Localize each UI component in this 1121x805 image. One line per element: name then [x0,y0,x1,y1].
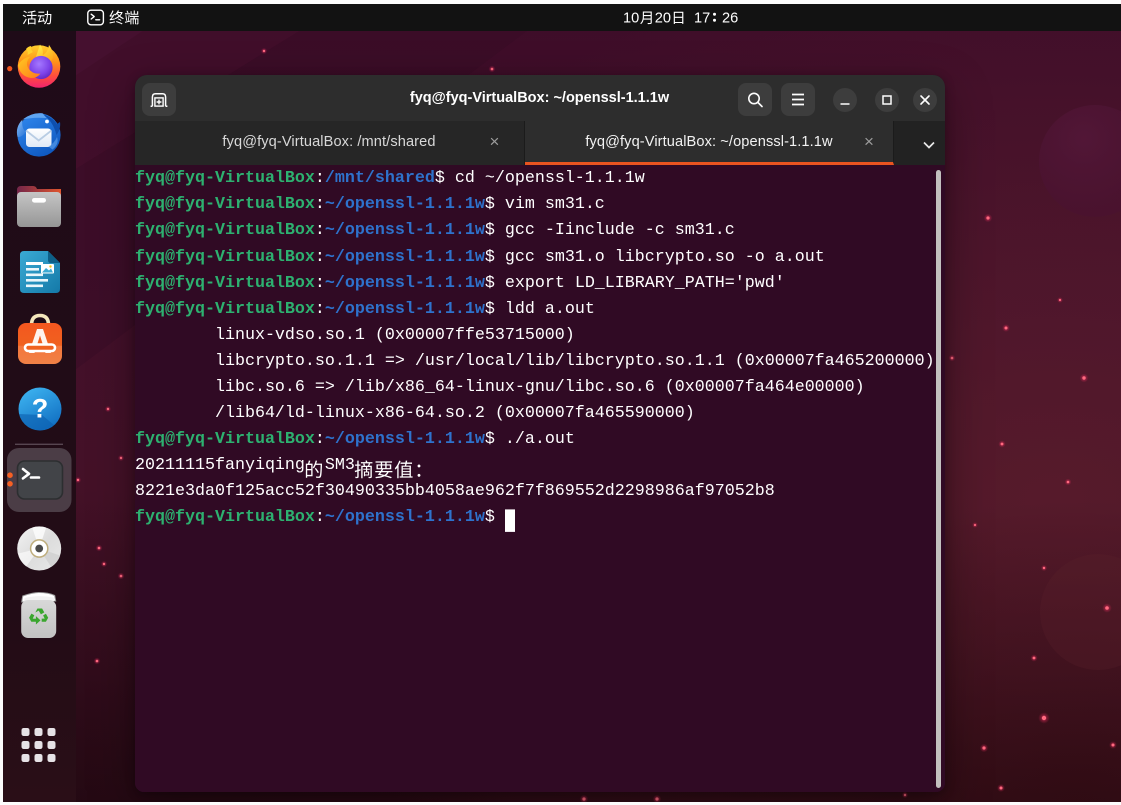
svg-text:26: 26 [722,11,738,27]
svg-text:17: 17 [694,11,710,27]
svg-text:10: 10 [623,11,639,27]
svg-text:20: 20 [655,11,671,27]
svg-text:?: ? [32,394,49,424]
